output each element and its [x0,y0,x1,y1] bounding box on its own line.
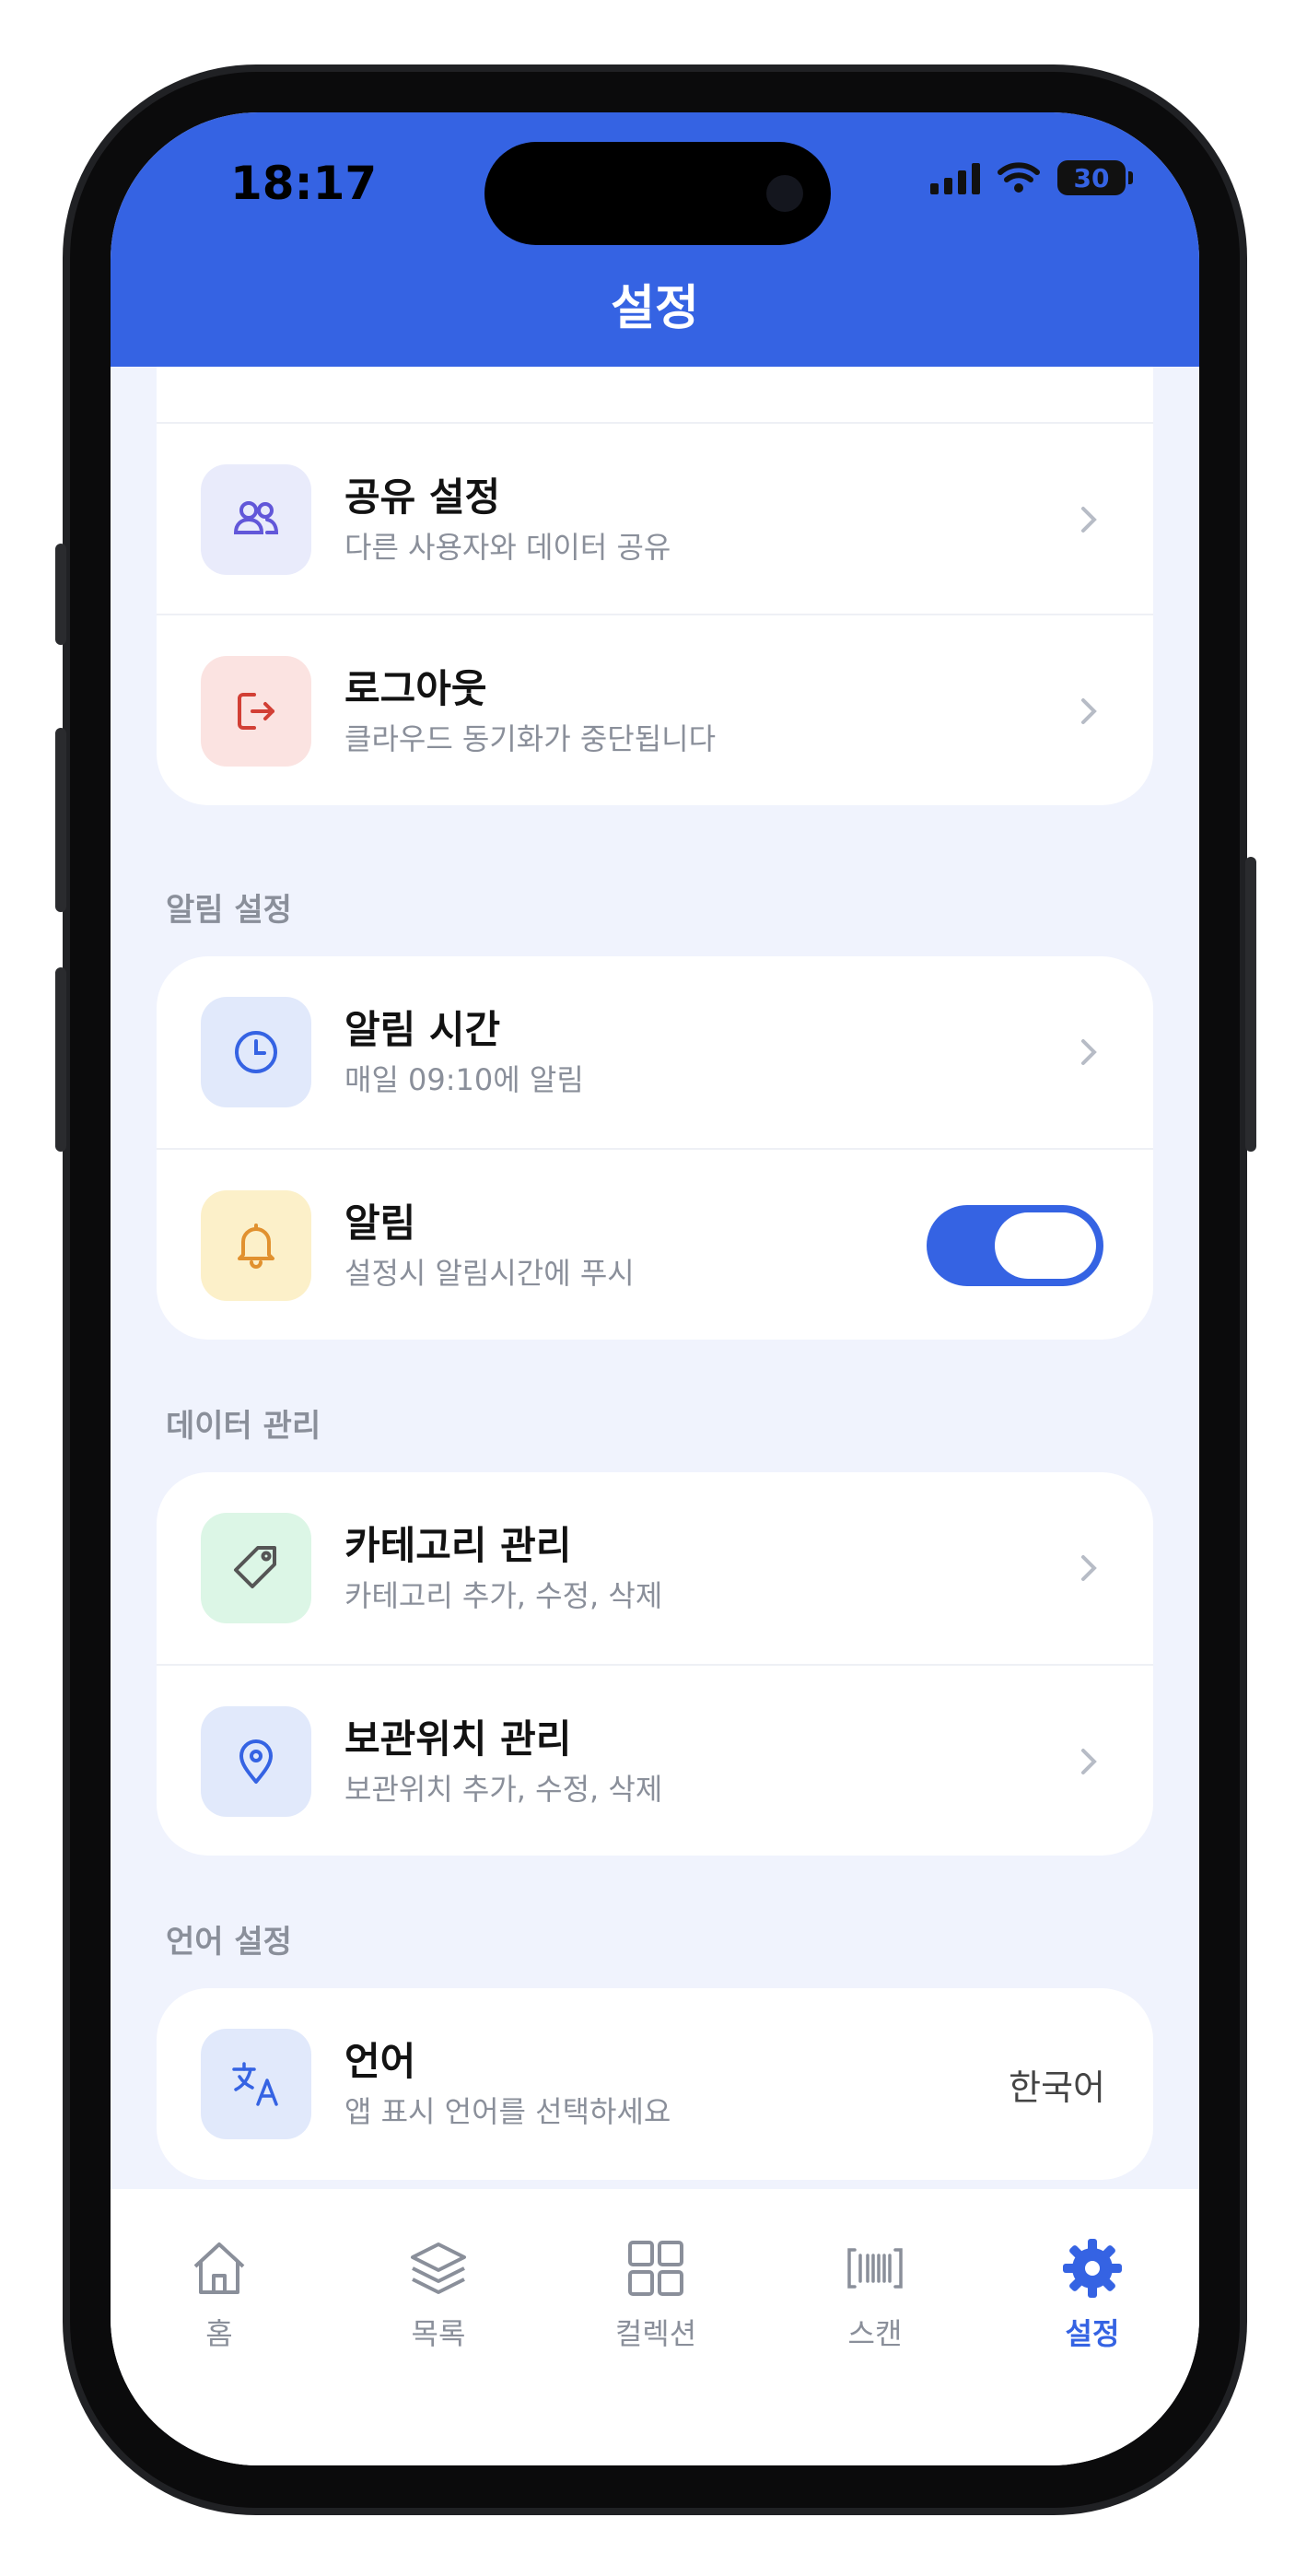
translate-icon [201,2029,311,2139]
location-pin-icon [201,1706,311,1817]
grid-icon [628,2241,683,2296]
settings-row-subtitle: 다른 사용자와 데이터 공유 [344,530,671,565]
status-time: 18:17 [230,157,378,210]
chevron-right-icon [1081,1039,1097,1065]
gear-icon [1063,2239,1122,2298]
chevron-right-icon [1081,507,1097,533]
app-screen: 18:17 30 설정 공유 설정 다른 사용자와 데이터 공유 로그아웃 클라… [111,112,1199,2465]
barcode-icon [847,2248,903,2289]
settings-row-title: 알림 [344,1200,416,1246]
chevron-right-icon [1081,1749,1097,1774]
settings-row-subtitle: 앱 표시 언어를 선택하세요 [344,2094,671,2129]
section-label-language: 언어 설정 [166,1924,292,1961]
chevron-right-icon [1081,1555,1097,1581]
settings-row-title: 언어 [344,2039,416,2084]
account-card: 공유 설정 다른 사용자와 데이터 공유 로그아웃 클라우드 동기화가 중단됩니… [157,367,1153,805]
settings-row-notification: 알림 설정시 알림시간에 푸시 [157,1148,1153,1341]
toggle-knob [995,1212,1096,1279]
data-card: 카테고리 관리 카테고리 추가, 수정, 삭제 보관위치 관리 보관위치 추가,… [157,1472,1153,1856]
settings-row-title: 로그아웃 [344,666,487,711]
settings-scroll[interactable]: 공유 설정 다른 사용자와 데이터 공유 로그아웃 클라우드 동기화가 중단됩니… [111,367,1199,2209]
tab-settings[interactable]: 설정 [1019,2235,1166,2353]
battery-level: 30 [1073,162,1110,193]
tab-list[interactable]: 목록 [365,2235,512,2353]
settings-row-title: 카테고리 관리 [344,1523,572,1568]
settings-row-subtitle: 카테고리 추가, 수정, 삭제 [344,1578,663,1613]
settings-row-subtitle: 클라우드 동기화가 중단됩니다 [344,721,717,756]
settings-row-subtitle: 매일 09:10에 알림 [344,1062,584,1097]
settings-row-category[interactable]: 카테고리 관리 카테고리 추가, 수정, 삭제 [157,1472,1153,1664]
bell-icon [201,1190,311,1301]
layers-icon [411,2242,466,2294]
settings-row-subtitle: 보관위치 추가, 수정, 삭제 [344,1772,663,1807]
settings-row-location[interactable]: 보관위치 관리 보관위치 추가, 수정, 삭제 [157,1664,1153,1857]
section-label-notifications: 알림 설정 [166,892,292,929]
settings-row-subtitle: 설정시 알림시간에 푸시 [344,1256,635,1291]
notification-toggle[interactable] [927,1205,1103,1286]
clock-icon [201,997,311,1107]
chevron-right-icon [1081,698,1097,724]
tab-label: 홈 [205,2316,233,2351]
wifi-icon [998,162,1040,193]
tab-label: 설정 [1065,2316,1120,2351]
logout-icon [201,656,311,767]
tab-bar: 홈 목록 컬렉션 스캔 설정 [111,2189,1199,2465]
section-label-data: 데이터 관리 [166,1408,321,1445]
volume-down-button [55,967,66,1152]
signal-icon [930,161,980,194]
tab-collection[interactable]: 컬렉션 [582,2235,729,2353]
tab-label: 목록 [411,2316,466,2351]
settings-row-share[interactable]: 공유 설정 다른 사용자와 데이터 공유 [157,422,1153,615]
tab-label: 컬렉션 [614,2316,697,2351]
language-value: 한국어 [1009,2067,1105,2108]
notification-card: 알림 시간 매일 09:10에 알림 알림 설정시 알림시간에 푸시 [157,956,1153,1340]
tab-scan[interactable]: 스캔 [801,2235,949,2353]
settings-row-title: 보관위치 관리 [344,1716,572,1762]
camera-icon [766,175,803,212]
home-icon [193,2242,245,2294]
page-title: 설정 [611,281,699,336]
action-button [55,544,66,645]
app-header: 18:17 30 설정 [111,112,1199,367]
settings-row-title: 알림 시간 [344,1007,501,1052]
status-icons: 30 [930,160,1133,195]
settings-row-notification-time[interactable]: 알림 시간 매일 09:10에 알림 [157,956,1153,1148]
users-icon [201,464,311,575]
language-card: 언어 앱 표시 언어를 선택하세요 한국어 [157,1988,1153,2180]
settings-row-logout[interactable]: 로그아웃 클라우드 동기화가 중단됩니다 [157,614,1153,807]
tab-label: 스캔 [847,2316,903,2351]
tag-icon [201,1513,311,1623]
battery-icon: 30 [1057,160,1133,195]
power-button [1245,857,1256,1152]
tab-home[interactable]: 홈 [146,2235,293,2353]
volume-up-button [55,728,66,912]
settings-row-language[interactable]: 언어 앱 표시 언어를 선택하세요 한국어 [157,1988,1153,2180]
settings-row-title: 공유 설정 [344,474,501,520]
dynamic-island [484,142,831,245]
